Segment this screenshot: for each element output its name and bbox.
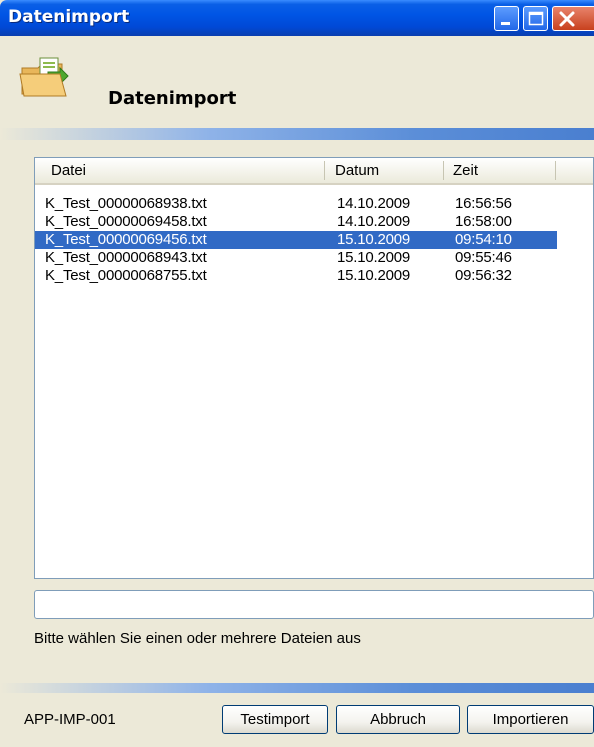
file-time: 09:56:32: [455, 267, 512, 284]
column-header-time[interactable]: Zeit: [445, 158, 555, 183]
table-row[interactable]: K_Test_00000069458.txt 14.10.2009 16:58:…: [35, 213, 593, 231]
file-name: K_Test_00000068755.txt: [45, 267, 207, 284]
cancel-button[interactable]: Abbruch: [336, 705, 460, 734]
dialog-id-label: APP-IMP-001: [24, 711, 116, 728]
footer-divider: [0, 683, 594, 693]
file-date: 14.10.2009: [337, 213, 411, 230]
file-date: 15.10.2009: [337, 249, 411, 266]
file-time: 09:55:46: [455, 249, 512, 266]
file-date: 14.10.2009: [337, 195, 411, 212]
file-time: 09:54:10: [455, 231, 512, 248]
header-divider: [0, 128, 594, 140]
file-time: 16:58:00: [455, 213, 512, 230]
dialog-header: Datenimport: [0, 36, 594, 128]
table-row[interactable]: K_Test_00000068938.txt 14.10.2009 16:56:…: [35, 195, 593, 213]
file-name: K_Test_00000069458.txt: [45, 213, 207, 230]
list-header: Datei Datum Zeit: [35, 158, 593, 185]
file-date: 15.10.2009: [337, 231, 411, 248]
maximize-button[interactable]: [523, 6, 548, 31]
minimize-icon: [501, 22, 510, 25]
header-title: Datenimport: [108, 88, 237, 109]
table-row-selected[interactable]: K_Test_00000069456.txt 15.10.2009 09:54:…: [35, 231, 557, 249]
column-header-file[interactable]: Datei: [43, 158, 323, 183]
close-icon: [559, 11, 575, 27]
title-bar[interactable]: Datenimport: [0, 0, 594, 36]
column-divider[interactable]: [324, 161, 325, 180]
list-rows: K_Test_00000068938.txt 14.10.2009 16:56:…: [35, 195, 593, 285]
file-name: K_Test_00000068938.txt: [45, 195, 207, 212]
progress-bar: [34, 590, 594, 619]
column-header-date[interactable]: Datum: [327, 158, 443, 183]
status-message: Bitte wählen Sie einen oder mehrere Date…: [34, 630, 361, 647]
file-name: K_Test_00000069456.txt: [45, 231, 207, 248]
file-date: 15.10.2009: [337, 267, 411, 284]
column-divider[interactable]: [555, 161, 556, 180]
file-time: 16:56:56: [455, 195, 512, 212]
table-row[interactable]: K_Test_00000068943.txt 15.10.2009 09:55:…: [35, 249, 593, 267]
close-button[interactable]: [552, 6, 594, 31]
file-name: K_Test_00000068943.txt: [45, 249, 207, 266]
test-import-button[interactable]: Testimport: [222, 705, 328, 734]
import-button[interactable]: Importieren: [467, 705, 594, 734]
maximize-icon: [528, 11, 544, 26]
window-title: Datenimport: [8, 7, 130, 27]
table-row[interactable]: K_Test_00000068755.txt 15.10.2009 09:56:…: [35, 267, 593, 285]
folder-import-icon: [19, 57, 69, 97]
column-divider[interactable]: [443, 161, 444, 180]
minimize-button[interactable]: [494, 6, 519, 31]
file-list[interactable]: Datei Datum Zeit K_Test_00000068938.txt …: [34, 157, 594, 579]
